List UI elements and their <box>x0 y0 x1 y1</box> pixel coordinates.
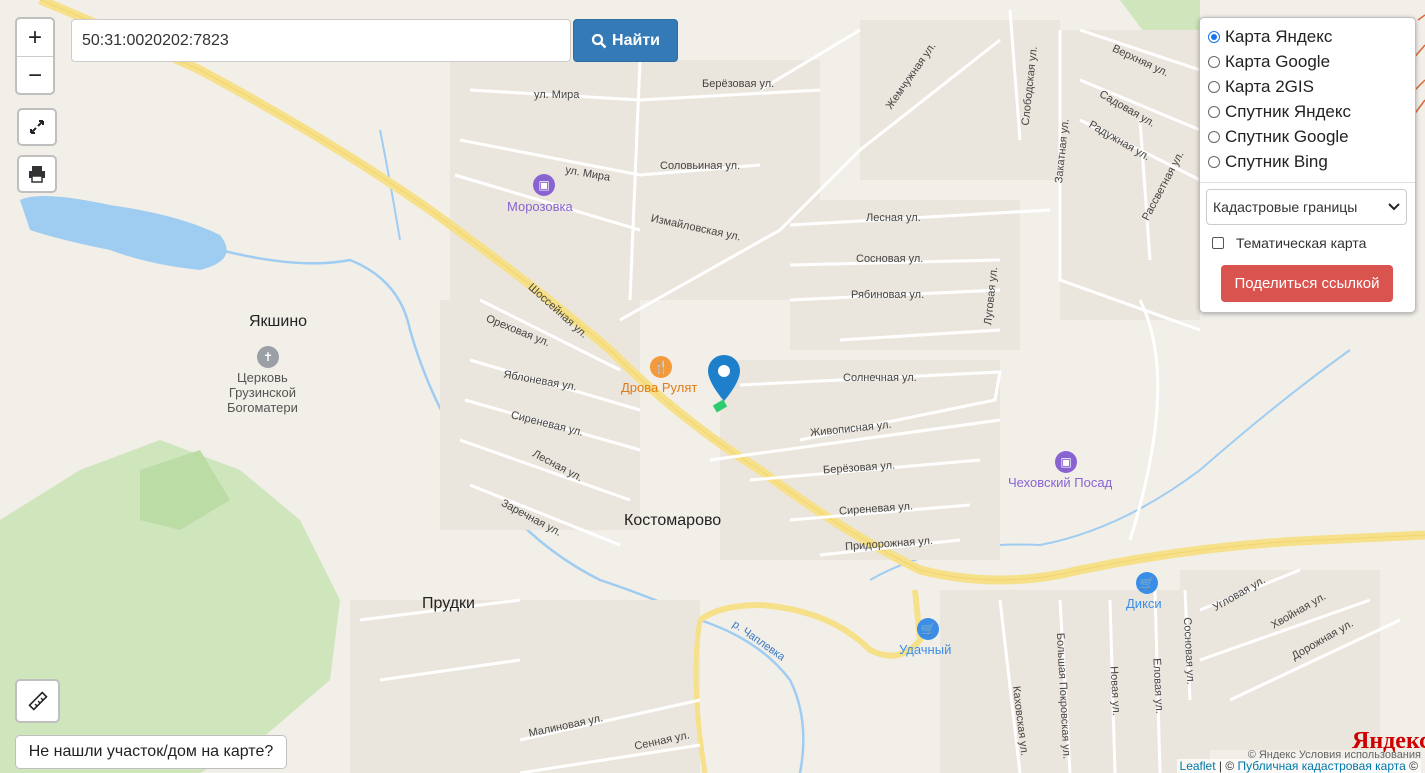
cadastral-select-value: Кадастровые границы <box>1213 199 1358 215</box>
share-link-button[interactable]: Поделиться ссылкой <box>1221 265 1393 302</box>
church-icon[interactable]: ✝ <box>257 346 279 368</box>
attribution-end: © <box>1405 759 1418 773</box>
layer-label: Карта Google <box>1225 51 1331 71</box>
layer-label: Спутник Яндекс <box>1225 101 1351 121</box>
radio-button[interactable] <box>1208 30 1220 43</box>
search-input[interactable] <box>71 19 571 62</box>
layer-label: Спутник Google <box>1225 126 1349 146</box>
divider <box>1200 182 1415 183</box>
layer-label: Карта 2GIS <box>1225 76 1314 96</box>
search-button[interactable]: Найти <box>573 19 678 62</box>
attribution: Leaflet | © Публичная кадастровая карта … <box>1176 759 1421 773</box>
radio-button[interactable] <box>1208 55 1220 68</box>
fullscreen-button[interactable] <box>17 108 57 146</box>
layer-option-yandex-map[interactable]: Карта Яндекс <box>1208 24 1407 49</box>
radio-button[interactable] <box>1208 155 1220 168</box>
restaurant-icon[interactable]: 🍴 <box>650 356 672 378</box>
radio-button[interactable] <box>1208 105 1220 118</box>
thematic-map-toggle[interactable]: Тематическая карта <box>1212 235 1407 251</box>
udachny-icon[interactable]: 🛒 <box>917 618 939 640</box>
layer-option-bing-sat[interactable]: Спутник Bing <box>1208 149 1407 174</box>
ruler-icon <box>27 691 48 711</box>
radio-button[interactable] <box>1208 130 1220 143</box>
location-pin-icon[interactable] <box>708 355 740 401</box>
layer-label: Спутник Bing <box>1225 151 1328 171</box>
layer-option-google-sat[interactable]: Спутник Google <box>1208 124 1407 149</box>
radio-button[interactable] <box>1208 80 1220 93</box>
dixy-icon[interactable]: 🛒 <box>1136 572 1158 594</box>
print-button[interactable] <box>17 155 57 193</box>
search-icon <box>591 33 607 48</box>
chevron-down-icon <box>1388 203 1400 211</box>
zoom-control: + − <box>15 17 55 95</box>
zoom-in-button[interactable]: + <box>17 19 53 57</box>
cadastral-select[interactable]: Кадастровые границы <box>1206 189 1407 225</box>
layer-option-yandex-sat[interactable]: Спутник Яндекс <box>1208 99 1407 124</box>
layer-option-2gis-map[interactable]: Карта 2GIS <box>1208 74 1407 99</box>
leaflet-link[interactable]: Leaflet <box>1180 759 1216 773</box>
layers-panel: Карта Яндекс Карта Google Карта 2GIS Спу… <box>1199 17 1416 313</box>
layer-label: Карта Яндекс <box>1225 26 1333 46</box>
search-button-label: Найти <box>612 31 660 49</box>
fullscreen-icon <box>30 120 44 134</box>
not-found-button[interactable]: Не нашли участок/дом на карте? <box>15 735 287 769</box>
morozovka-icon[interactable]: ▣ <box>533 174 555 196</box>
pkk-link[interactable]: Публичная кадастровая карта <box>1238 759 1406 773</box>
checkbox[interactable] <box>1212 237 1224 249</box>
ruler-button[interactable] <box>15 679 60 723</box>
zoom-out-button[interactable]: − <box>17 57 53 94</box>
layer-option-google-map[interactable]: Карта Google <box>1208 49 1407 74</box>
thematic-map-label: Тематическая карта <box>1236 235 1367 251</box>
attribution-separator: | © <box>1215 759 1238 773</box>
print-icon <box>29 166 45 183</box>
chekhov-posad-icon[interactable]: ▣ <box>1055 451 1077 473</box>
